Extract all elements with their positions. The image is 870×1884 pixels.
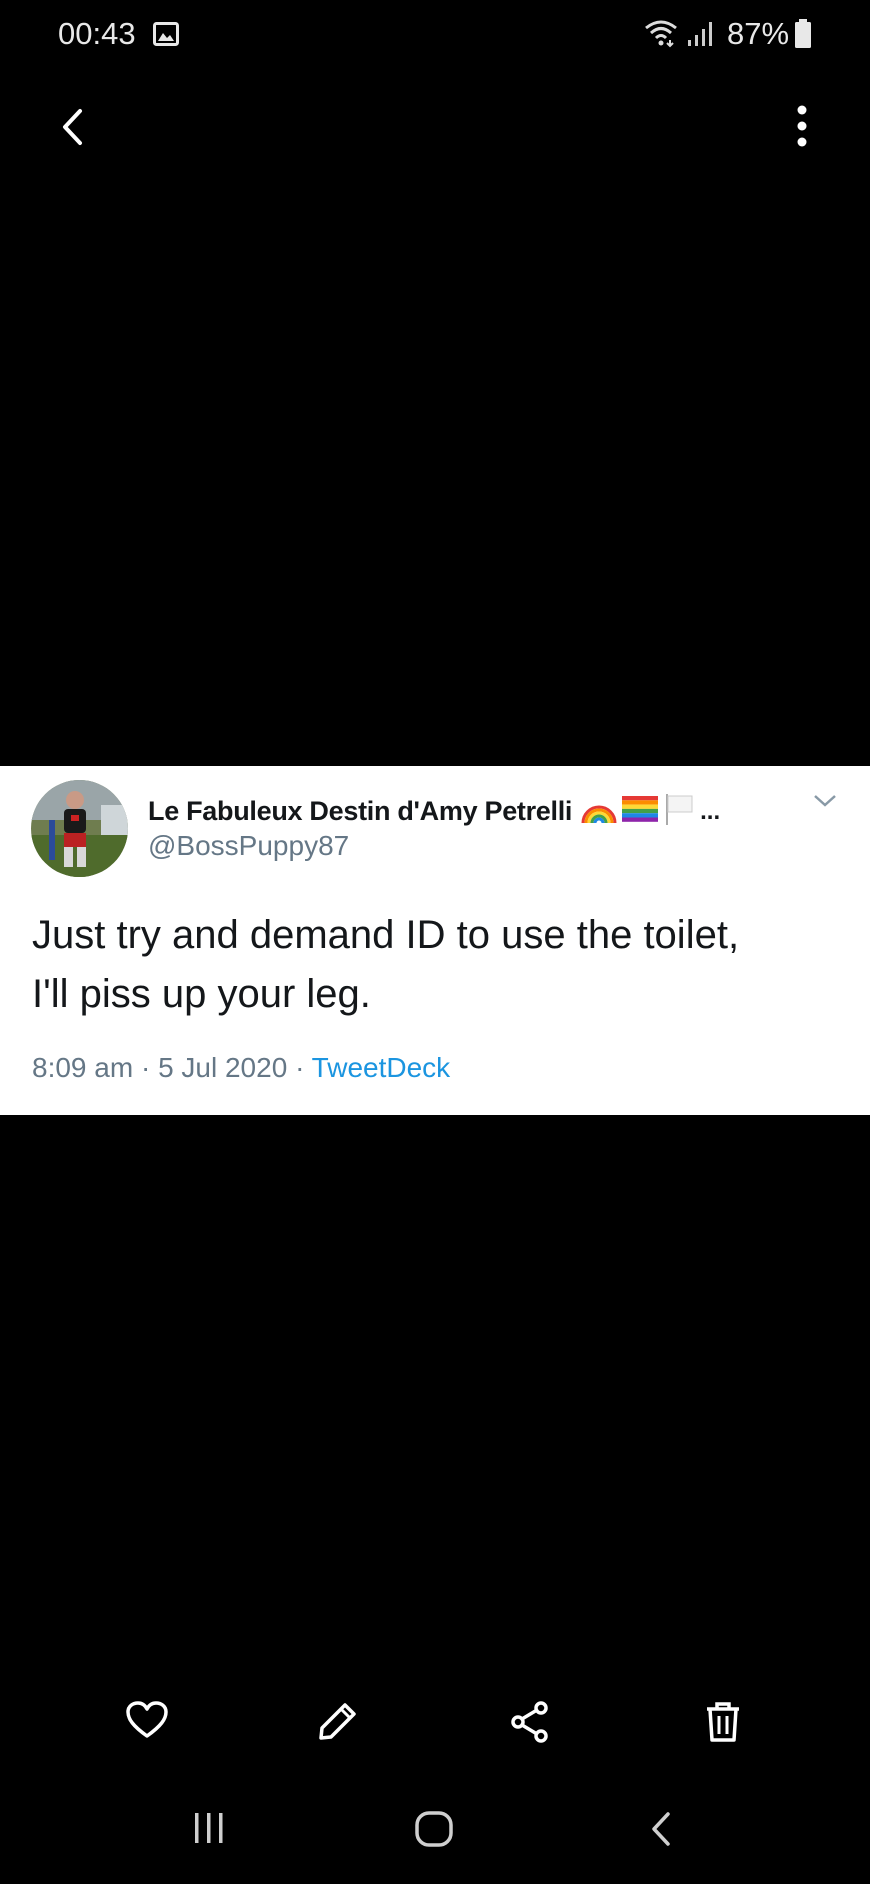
name-ellipsis: ... <box>700 797 721 825</box>
recent-apps-icon[interactable] <box>192 1810 226 1851</box>
edit-icon[interactable] <box>317 1700 359 1747</box>
tweet-time: 8:09 am <box>32 1052 134 1083</box>
tweet-meta: 8:09 am · 5 Jul 2020 · TweetDeck <box>32 1052 450 1084</box>
heart-icon[interactable] <box>125 1700 169 1745</box>
status-bar: 00:43 87% <box>0 0 870 70</box>
tweet-source: TweetDeck <box>311 1052 451 1083</box>
system-nav-bar <box>0 1810 870 1860</box>
chevron-down-icon <box>812 792 838 815</box>
back-icon[interactable] <box>56 106 90 153</box>
delete-icon[interactable] <box>704 1700 742 1749</box>
action-bar <box>0 1700 870 1756</box>
name-row: Le Fabuleux Destin d'Amy Petrelli ... <box>148 792 720 831</box>
white-flag-icon <box>664 792 694 831</box>
tweet-text: Just try and demand ID to use the toilet… <box>32 906 852 1024</box>
rainbow-icon <box>580 793 618 830</box>
tweet-date: 5 Jul 2020 <box>158 1052 288 1083</box>
meta-separator: · <box>140 1052 151 1083</box>
home-icon[interactable] <box>414 1810 454 1853</box>
signal-icon <box>686 20 716 53</box>
more-icon[interactable] <box>792 104 812 153</box>
rainbow-flag-icon <box>622 795 659 828</box>
nav-back-icon[interactable] <box>648 1810 674 1853</box>
user-handle: @BossPuppy87 <box>148 830 350 861</box>
share-icon[interactable] <box>509 1700 551 1749</box>
display-name: Le Fabuleux Destin d'Amy Petrelli <box>148 796 573 826</box>
tweet-card: Le Fabuleux Destin d'Amy Petrelli ... @B… <box>0 766 870 1115</box>
tweet-text-line: Just try and demand ID to use the toilet… <box>32 913 740 957</box>
battery-percent: 87% <box>727 16 790 51</box>
gallery-icon <box>153 22 179 51</box>
tweet-text-line: I'll piss up your leg. <box>32 972 371 1016</box>
battery-icon <box>794 19 812 54</box>
status-time: 00:43 <box>58 16 136 51</box>
wifi-icon <box>643 18 679 53</box>
name-emojis <box>580 792 694 831</box>
avatar <box>31 780 128 877</box>
meta-separator: · <box>295 1052 305 1083</box>
